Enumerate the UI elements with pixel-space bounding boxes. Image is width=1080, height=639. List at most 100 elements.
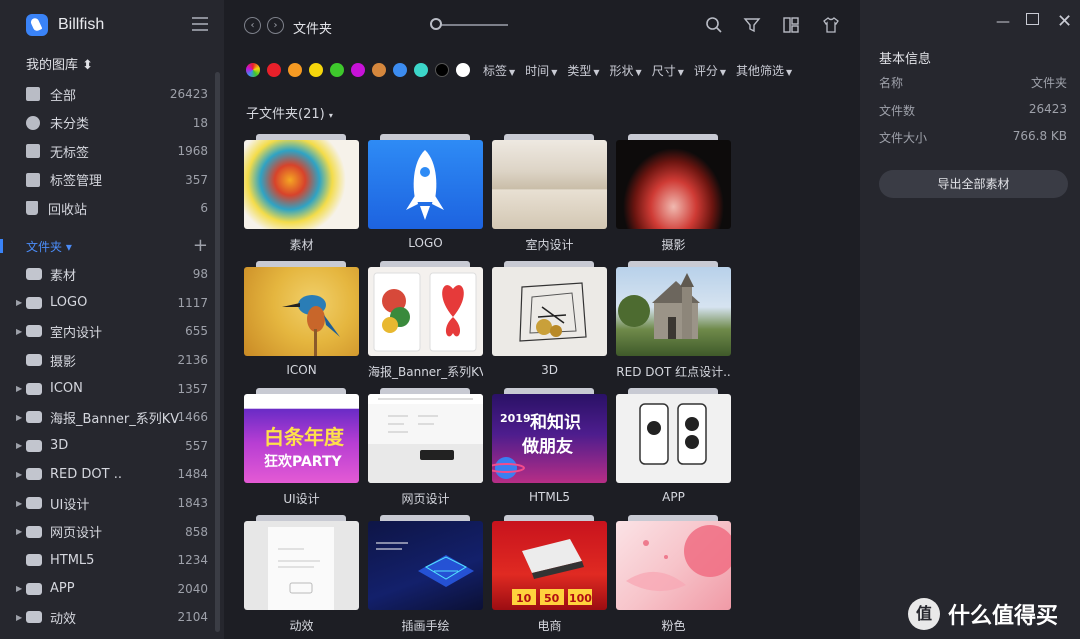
sidebar-folder-poster[interactable]: ▶ 海报_Banner_系列KV 1466	[0, 403, 224, 432]
sidebar-folder-motion[interactable]: ▶ 动效 2104	[0, 603, 224, 632]
filter-rating[interactable]: 评分 ▼	[694, 62, 726, 79]
folder-thumbnail	[616, 521, 731, 610]
folder-card[interactable]: RED DOT 红点设计..	[616, 259, 731, 386]
slider-handle[interactable]	[430, 18, 442, 30]
filter-type[interactable]: 类型 ▼	[567, 62, 599, 79]
sidebar-folder-素材[interactable]: 素材 98	[0, 260, 224, 289]
svg-text:50: 50	[544, 592, 560, 605]
color-swatch[interactable]	[372, 63, 386, 77]
sidebar-item-uncategorized[interactable]: 未分类 18	[0, 109, 224, 138]
expand-arrow-icon[interactable]: ▶	[16, 298, 22, 307]
tag-manage-icon	[26, 172, 40, 187]
folder-thumbnail	[244, 521, 359, 610]
sidebar-folder-interior[interactable]: ▶ 室内设计 655	[0, 317, 224, 346]
filter-size[interactable]: 尺寸 ▼	[652, 62, 684, 79]
folder-card[interactable]: LOGO	[368, 132, 483, 259]
layout-icon[interactable]	[782, 16, 800, 34]
thumb-size-slider[interactable]	[434, 24, 508, 26]
svg-text:狂欢PARTY: 狂欢PARTY	[264, 453, 343, 470]
folder-card[interactable]: 动效	[244, 513, 359, 639]
folders-header[interactable]: 文件夹 ▾ +	[0, 233, 224, 259]
folder-card[interactable]: 素材	[244, 132, 359, 259]
folder-card[interactable]: ICON	[244, 259, 359, 386]
sidebar-folder-logo[interactable]: ▶ LOGO 1117	[0, 289, 224, 318]
menu-icon[interactable]	[192, 17, 210, 33]
watermark: 什么值得买	[908, 598, 1058, 630]
sidebar-folder-html5[interactable]: HTML5 1234	[0, 546, 224, 575]
sidebar-folder-app[interactable]: ▶ APP 2040	[0, 575, 224, 604]
maximize-icon[interactable]	[1026, 13, 1039, 25]
sidebar-item-tag-manage[interactable]: 标签管理 357	[0, 166, 224, 195]
sidebar-folder-ui[interactable]: ▶ UI设计 1843	[0, 489, 224, 518]
sidebar-item-all[interactable]: 全部 26423	[0, 80, 224, 109]
expand-arrow-icon[interactable]: ▶	[16, 327, 22, 336]
folder-card[interactable]: 白条年度 狂欢PARTY UI设计	[244, 386, 359, 513]
filter-time[interactable]: 时间 ▼	[525, 62, 557, 79]
color-swatch[interactable]	[414, 63, 428, 77]
color-swatch[interactable]	[309, 63, 323, 77]
color-swatch[interactable]	[267, 63, 281, 77]
sidebar-folder-3d[interactable]: ▶ 3D 557	[0, 432, 224, 461]
color-wheel-icon[interactable]	[246, 63, 260, 77]
main-area: ‹ › 文件夹 标签 ▼ 时间 ▼ 类型 ▼ 形状 ▼ 尺寸 ▼ 评分 ▼ 其他筛选 ▼ 子文…	[224, 0, 860, 639]
folder-card[interactable]: 摄影	[616, 132, 731, 259]
minimize-icon[interactable]: —	[996, 14, 1010, 30]
folder-card[interactable]: APP	[616, 386, 731, 513]
folder-thumbnail	[616, 267, 731, 356]
folder-card[interactable]: 室内设计	[492, 132, 607, 259]
sidebar-scrollbar[interactable]	[215, 72, 220, 632]
expand-arrow-icon[interactable]: ▶	[16, 527, 22, 536]
folder-card[interactable]: 网页设计	[368, 386, 483, 513]
subfolder-title[interactable]: 子文件夹(21) ▾	[246, 103, 333, 122]
theme-shirt-icon[interactable]	[822, 16, 840, 34]
expand-arrow-icon[interactable]: ▶	[16, 384, 22, 393]
expand-arrow-icon[interactable]: ▶	[16, 441, 22, 450]
search-icon[interactable]	[705, 16, 723, 34]
export-all-button[interactable]: 导出全部素材	[879, 170, 1068, 198]
folder-card[interactable]: 2019 和知识 做朋友 HTML5	[492, 386, 607, 513]
folder-card[interactable]: 10 50 100 电商	[492, 513, 607, 639]
forward-button[interactable]: ›	[267, 17, 284, 34]
sidebar-folder-photo[interactable]: 摄影 2136	[0, 346, 224, 375]
add-folder-icon[interactable]: +	[193, 235, 208, 256]
sidebar-folder-reddot[interactable]: ▶ RED DOT .. 1484	[0, 460, 224, 489]
expand-arrow-icon[interactable]: ▶	[16, 413, 22, 422]
svg-text:做朋友: 做朋友	[521, 436, 573, 457]
folder-card[interactable]: 粉色	[616, 513, 731, 639]
folder-thumbnail	[616, 394, 731, 483]
folder-icon	[26, 611, 42, 624]
color-swatch[interactable]	[351, 63, 365, 77]
filter-icon[interactable]	[743, 16, 761, 34]
trash-icon	[26, 201, 38, 216]
filter-other[interactable]: 其他筛选 ▼	[736, 62, 792, 79]
expand-arrow-icon[interactable]: ▶	[16, 584, 22, 593]
filter-tags[interactable]: 标签 ▼	[483, 62, 515, 79]
expand-arrow-icon[interactable]: ▶	[16, 499, 22, 508]
filter-shape[interactable]: 形状 ▼	[610, 62, 642, 79]
sidebar-item-untagged[interactable]: 无标签 1968	[0, 137, 224, 166]
svg-text:10: 10	[516, 592, 532, 605]
folder-card[interactable]: 3D	[492, 259, 607, 386]
library-title[interactable]: 我的图库 ⬍	[26, 54, 93, 73]
expand-arrow-icon[interactable]: ▶	[16, 613, 22, 622]
folder-card[interactable]: 海报_Banner_系列KV	[368, 259, 483, 386]
folder-thumbnail	[492, 140, 607, 229]
sidebar-item-trash[interactable]: 回收站 6	[0, 194, 224, 223]
color-swatch[interactable]	[288, 63, 302, 77]
expand-arrow-icon[interactable]: ▶	[16, 470, 22, 479]
folder-thumbnail	[616, 140, 731, 229]
folder-card[interactable]: 插画手绘	[368, 513, 483, 639]
color-swatch[interactable]	[456, 63, 470, 77]
folder-icon	[26, 497, 42, 510]
sidebar-folder-icon[interactable]: ▶ ICON 1357	[0, 374, 224, 403]
folder-icon	[26, 296, 42, 309]
close-icon[interactable]: ✕	[1057, 11, 1072, 32]
color-swatch[interactable]	[330, 63, 344, 77]
color-swatch[interactable]	[393, 63, 407, 77]
pie-icon	[26, 115, 40, 130]
sidebar-folder-web[interactable]: ▶ 网页设计 858	[0, 517, 224, 546]
folder-icon	[26, 582, 42, 595]
color-swatch[interactable]	[435, 63, 449, 77]
folders-title: 文件夹 ▾	[26, 239, 72, 254]
back-button[interactable]: ‹	[244, 17, 261, 34]
